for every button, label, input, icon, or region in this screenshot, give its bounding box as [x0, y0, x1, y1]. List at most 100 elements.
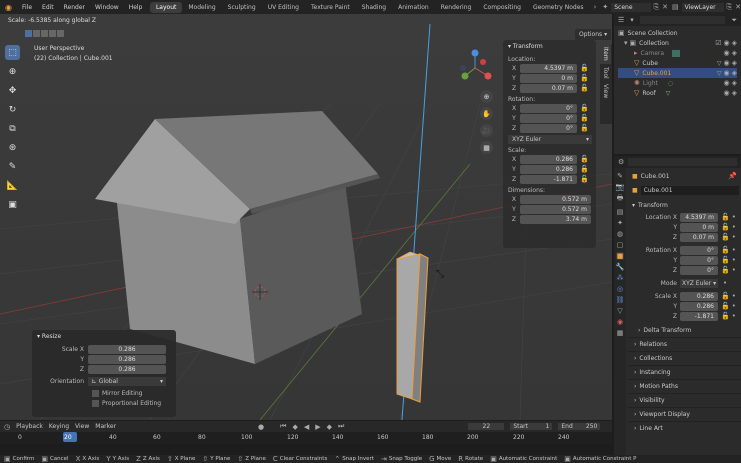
keyframe-dot-icon[interactable]: • [732, 223, 736, 231]
filter-funnel-icon[interactable]: ⏷ [731, 16, 737, 25]
move-tool-icon[interactable]: ✥ [5, 83, 20, 98]
scale-z-field[interactable]: -1.871 [520, 174, 577, 184]
outliner-item-camera[interactable]: ▸ Camera ◉ ◈ [618, 48, 737, 58]
timeline-editor-icon[interactable]: ◷ [4, 423, 10, 431]
orientation-dropdown[interactable]: ⊾ Global ▾ [88, 376, 166, 386]
sidebar-tab-item[interactable]: Item [600, 44, 611, 64]
lock-icon[interactable]: 🔓 [721, 312, 730, 320]
menu-render[interactable]: Render [59, 4, 90, 11]
workspace-tab-modeling[interactable]: Modeling [182, 2, 221, 13]
mode-intersect-icon[interactable] [57, 30, 64, 37]
line-art-section[interactable]: › Line Art [628, 421, 741, 435]
gizmo-z-icon[interactable] [471, 49, 479, 57]
rotation-mode-dropdown[interactable]: XYZ Euler ▾ [508, 135, 592, 144]
options-dropdown[interactable]: Options ▾ [575, 29, 612, 40]
viewport-display-section[interactable]: › Viewport Display [628, 407, 741, 421]
outliner-item-roof[interactable]: ▽ Roof ▽ ◉ ◈ [618, 88, 737, 98]
resize-panel-header[interactable]: ▾ Resize [32, 330, 176, 343]
menu-help[interactable]: Help [124, 4, 148, 11]
prop-rotation-x-field[interactable]: 0° [680, 245, 718, 255]
mode-new-icon[interactable] [25, 30, 32, 37]
eye-icon[interactable]: ◉ [724, 49, 730, 57]
relations-section[interactable]: › Relations [628, 337, 741, 351]
keyframe-dot-icon[interactable]: • [732, 266, 736, 274]
modifier-tab-icon[interactable]: 🔧 [616, 263, 625, 271]
measure-tool-icon[interactable]: 📐 [5, 178, 20, 193]
camera-render-icon[interactable]: ◈ [732, 69, 737, 77]
resize-scale-z-field[interactable]: 0.286 [88, 364, 166, 374]
lock-icon[interactable]: 🔓 [721, 233, 730, 241]
prop-scale-x-field[interactable]: 0.286 [680, 291, 718, 301]
lock-icon[interactable]: 🔓 [580, 114, 589, 122]
transform-tool-icon[interactable]: ⊛ [5, 140, 20, 155]
jump-start-icon[interactable]: ⏮ [280, 422, 286, 431]
workspace-tab-compositing[interactable]: Compositing [477, 2, 527, 13]
cursor-tool-icon[interactable]: ⊕ [5, 64, 20, 79]
collections-section[interactable]: › Collections [628, 351, 741, 365]
prop-location-y-field[interactable]: 0 m [680, 222, 718, 232]
rotation-y-field[interactable]: 0° [520, 113, 577, 123]
scale-x-field[interactable]: 0.286 [520, 154, 577, 164]
data-tab-icon[interactable]: ▽ [617, 307, 622, 315]
visibility-section[interactable]: › Visibility [628, 393, 741, 407]
lock-icon[interactable]: 🔓 [580, 155, 589, 163]
properties-editor-icon[interactable]: ⚙ [618, 158, 624, 166]
perspective-grid-icon[interactable]: ▦ [480, 141, 493, 154]
tool-tab-icon[interactable]: ✎ [617, 172, 623, 180]
lock-icon[interactable]: 🔓 [580, 74, 589, 82]
particles-tab-icon[interactable]: ⁂ [617, 274, 624, 282]
prev-keyframe-icon[interactable]: ◆ [292, 423, 297, 431]
output-tab-icon[interactable]: 🖶 [617, 194, 624, 205]
add-cube-tool-icon[interactable]: ▣ [5, 197, 20, 212]
material-tab-icon[interactable]: ◉ [617, 318, 623, 326]
play-reverse-icon[interactable]: ◀ [304, 423, 309, 431]
timeline-view-menu[interactable]: View [75, 423, 89, 430]
pin-icon[interactable]: 📌 [728, 172, 741, 180]
rotation-z-field[interactable]: 0° [520, 123, 577, 133]
eye-icon[interactable]: ◉ [724, 79, 730, 87]
collection-tab-icon[interactable]: ▢ [617, 241, 624, 249]
record-icon[interactable]: ● [258, 423, 264, 431]
scale-tool-icon[interactable]: ⧉ [5, 121, 20, 136]
proportional-editing-checkbox[interactable] [92, 399, 99, 407]
pan-hand-icon[interactable]: ✋ [480, 107, 493, 120]
dimension-z-field[interactable]: 3.74 m [519, 214, 591, 224]
prop-rotation-y-field[interactable]: 0° [680, 255, 718, 265]
eye-icon[interactable]: ◉ [724, 89, 730, 97]
lock-icon[interactable]: 🔓 [721, 302, 730, 310]
sidebar-tab-tool[interactable]: Tool [600, 64, 611, 82]
menu-window[interactable]: Window [90, 4, 124, 11]
annotate-tool-icon[interactable]: ✎ [5, 159, 20, 174]
lock-icon[interactable]: 🔓 [721, 266, 730, 274]
lock-icon[interactable]: 🔓 [721, 213, 730, 221]
lock-icon[interactable]: 🔓 [580, 124, 589, 132]
prop-scale-y-field[interactable]: 0.286 [680, 301, 718, 311]
workspace-tab-rendering[interactable]: Rendering [435, 2, 478, 13]
outliner-editor-icon[interactable]: ☰ [618, 16, 624, 24]
menu-file[interactable]: File [17, 4, 37, 11]
keying-menu[interactable]: Keying [49, 423, 69, 430]
checkbox-icon[interactable]: ☑ [715, 39, 721, 47]
eye-icon[interactable]: ◉ [724, 39, 730, 47]
dimension-y-field[interactable]: 0.572 m [519, 204, 591, 214]
lock-icon[interactable]: 🔓 [721, 292, 730, 300]
object-name-field[interactable]: Cube.001 [640, 185, 739, 195]
transform-section-header[interactable]: ▾ Transform [628, 198, 741, 212]
zoom-icon[interactable]: ⊕ [480, 90, 493, 103]
end-frame-field[interactable]: End 250 [558, 423, 601, 430]
outliner-search-input[interactable] [639, 16, 726, 24]
mode-subtract-icon[interactable] [41, 30, 48, 37]
texture-tab-icon[interactable]: ▦ [617, 329, 624, 337]
blender-logo-icon[interactable]: ◉ [0, 3, 17, 12]
lock-icon[interactable]: 🔓 [721, 223, 730, 231]
keyframe-dot-icon[interactable]: • [732, 256, 736, 264]
select-box-tool-icon[interactable]: ⬚ [5, 45, 20, 60]
keyframe-dot-icon[interactable]: • [723, 279, 727, 287]
workspace-tab-layout[interactable]: Layout [149, 1, 183, 13]
camera-render-icon[interactable]: ◈ [732, 79, 737, 87]
workspace-tab-uv-editing[interactable]: UV Editing [262, 2, 305, 13]
outliner-scene-collection[interactable]: ▣ Scene Collection [618, 28, 737, 38]
playback-menu[interactable]: Playback [16, 423, 43, 430]
outliner-item-cube[interactable]: ▽ Cube ▽ ◉ ◈ [618, 58, 737, 68]
workspace-tab-texture-paint[interactable]: Texture Paint [305, 2, 356, 13]
